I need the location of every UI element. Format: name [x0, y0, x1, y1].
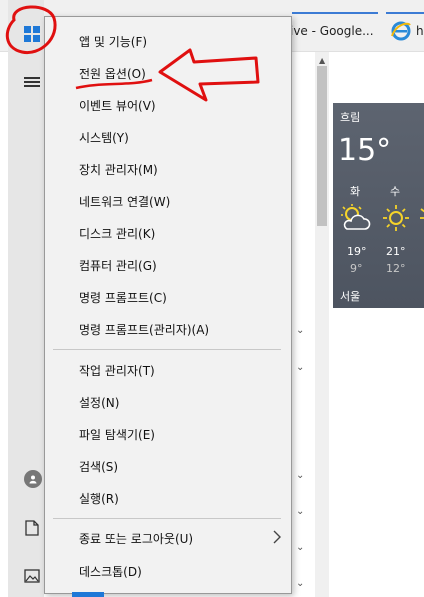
chevron-down-icon[interactable]: ⌄	[296, 362, 304, 373]
taskbar-tab-label: h	[416, 24, 424, 38]
menu-item-label: 종료 또는 로그아웃(U)	[79, 531, 194, 546]
weather-day: 수	[390, 185, 401, 198]
partly-cloudy-icon	[339, 203, 371, 237]
menu-item-label: 검색(S)	[79, 459, 119, 474]
menu-item-label: 데스크톱(D)	[79, 564, 142, 579]
chevron-down-icon[interactable]: ⌄	[296, 325, 304, 336]
chevron-down-icon[interactable]: ⌄	[296, 470, 304, 481]
menu-item-label: 앱 및 기능(F)	[79, 34, 148, 49]
chevron-down-icon[interactable]: ⌄	[296, 542, 304, 553]
menu-item-label: 네트워크 연결(W)	[79, 194, 171, 209]
menu-item-apps-features[interactable]: 앱 및 기능(F)	[45, 26, 291, 56]
weather-condition: 흐림	[340, 111, 361, 124]
weather-low: 12°	[386, 262, 406, 275]
winx-context-menu: 앱 및 기능(F) 전원 옵션(O) 이벤트 뷰어(V) 시스템(Y) 장치 관…	[44, 16, 292, 594]
menu-item-label: 디스크 관리(K)	[79, 226, 156, 241]
weather-tile[interactable]: 흐림 15° 화 수 19° 21° 9° 12° 서울	[333, 103, 424, 308]
menu-item-label: 전원 옵션(O)	[79, 66, 146, 81]
sunny-icon-partial	[419, 203, 424, 237]
menu-item-label: 명령 프롬프트(C)	[79, 290, 167, 305]
menu-item-label: 설정(N)	[79, 395, 120, 410]
menu-item-search[interactable]: 검색(S)	[45, 451, 291, 481]
menu-separator	[53, 349, 281, 350]
scrollbar-thumb[interactable]	[317, 66, 327, 226]
menu-item-computer-management[interactable]: 컴퓨터 관리(G)	[45, 250, 291, 280]
weather-low: 9°	[350, 262, 363, 275]
user-avatar-icon[interactable]	[24, 470, 42, 488]
menu-item-label: 작업 관리자(T)	[79, 363, 155, 378]
menu-item-device-manager[interactable]: 장치 관리자(M)	[45, 154, 291, 184]
menu-item-task-manager[interactable]: 작업 관리자(T)	[45, 355, 291, 385]
menu-item-label: 장치 관리자(M)	[79, 162, 158, 177]
menu-item-command-prompt-admin[interactable]: 명령 프롬프트(관리자)(A)	[45, 314, 291, 344]
menu-item-label: 이벤트 뷰어(V)	[79, 98, 156, 113]
internet-explorer-icon	[391, 21, 411, 41]
scroll-up-arrow-icon[interactable]: ▲	[319, 56, 325, 65]
menu-item-shutdown-signout[interactable]: 종료 또는 로그아웃(U)	[45, 523, 291, 553]
menu-item-label: 시스템(Y)	[79, 130, 129, 145]
weather-high: 21°	[386, 245, 406, 258]
menu-item-label: 실행(R)	[79, 491, 119, 506]
document-icon[interactable]	[22, 518, 42, 538]
weather-day: 화	[350, 185, 361, 198]
chevron-down-icon[interactable]: ⌄	[296, 578, 304, 589]
weather-high: 19°	[347, 245, 367, 258]
taskbar-tab-ie[interactable]: h	[390, 14, 424, 48]
sunny-icon	[381, 203, 411, 237]
windows-logo-icon[interactable]	[24, 26, 40, 42]
weather-temperature: 15°	[338, 133, 392, 168]
chevron-right-icon	[273, 530, 281, 548]
menu-item-system[interactable]: 시스템(Y)	[45, 122, 291, 152]
menu-item-label: 파일 탐색기(E)	[79, 427, 155, 442]
menu-separator	[53, 518, 281, 519]
menu-item-event-viewer[interactable]: 이벤트 뷰어(V)	[45, 90, 291, 120]
weather-city: 서울	[340, 290, 361, 303]
menu-item-disk-management[interactable]: 디스크 관리(K)	[45, 218, 291, 248]
menu-item-file-explorer[interactable]: 파일 탐색기(E)	[45, 419, 291, 449]
start-rail	[8, 0, 44, 597]
taskbar-tab-chrome[interactable]: ive - Google...	[290, 14, 378, 48]
menu-item-command-prompt[interactable]: 명령 프롬프트(C)	[45, 282, 291, 312]
chevron-down-icon[interactable]: ⌄	[296, 506, 304, 517]
pictures-icon[interactable]	[22, 566, 42, 586]
menu-item-power-options[interactable]: 전원 옵션(O)	[45, 58, 291, 88]
menu-item-label: 컴퓨터 관리(G)	[79, 258, 157, 273]
menu-item-run[interactable]: 실행(R)	[45, 483, 291, 513]
menu-item-desktop[interactable]: 데스크톱(D)	[45, 556, 291, 586]
taskbar-active-indicator	[72, 592, 104, 597]
menu-item-settings[interactable]: 설정(N)	[45, 387, 291, 417]
taskbar-tab-label: ive - Google...	[290, 24, 374, 38]
menu-item-label: 명령 프롬프트(관리자)(A)	[79, 322, 210, 337]
hamburger-icon[interactable]	[24, 77, 40, 87]
menu-item-network-connections[interactable]: 네트워크 연결(W)	[45, 186, 291, 216]
